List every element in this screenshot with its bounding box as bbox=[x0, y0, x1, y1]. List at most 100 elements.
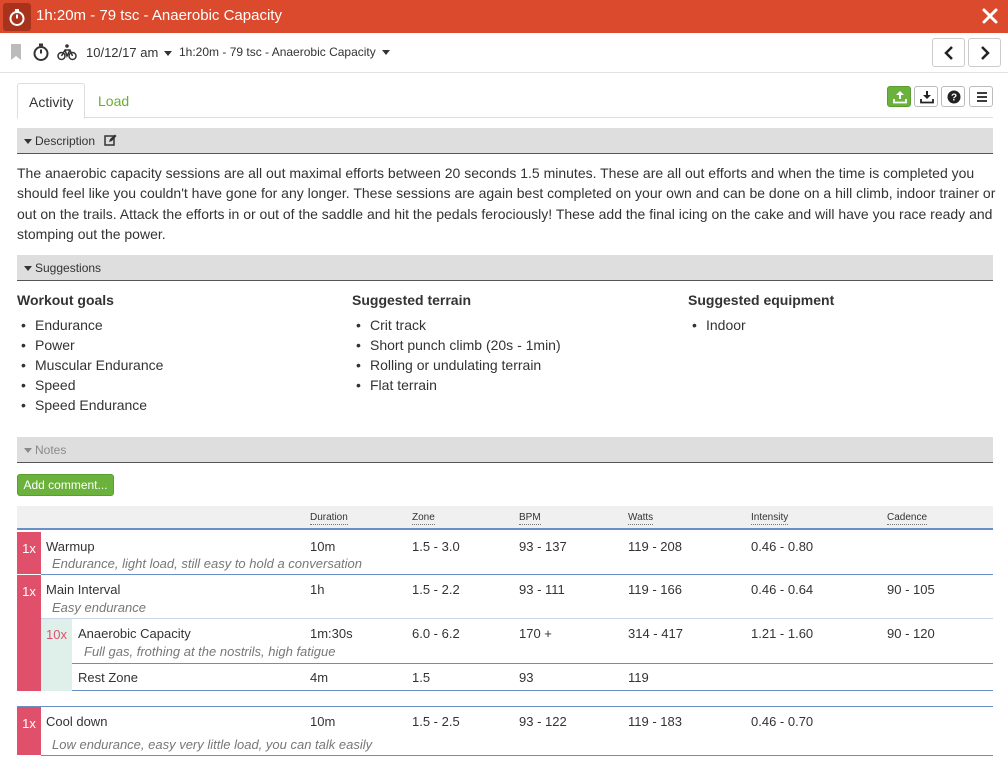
window-title: 1h:20m - 79 tsc - Anaerobic Capacity bbox=[36, 7, 282, 24]
close-icon[interactable] bbox=[980, 6, 1000, 26]
step-duration: 10m bbox=[310, 539, 336, 554]
list-item: Rolling or undulating terrain bbox=[352, 355, 561, 375]
workout-goals-title: Workout goals bbox=[17, 292, 114, 308]
suggested-terrain: Suggested terrain Crit track Short punch… bbox=[352, 292, 561, 395]
upload-icon bbox=[893, 91, 907, 104]
step-description: Easy endurance bbox=[52, 600, 146, 615]
download-button[interactable] bbox=[914, 86, 938, 107]
date-dropdown[interactable]: 10/12/17 am bbox=[86, 45, 173, 60]
step-watts: 314 - 417 bbox=[628, 626, 683, 641]
column-header-bpm: BPM bbox=[519, 512, 541, 525]
step-name: Anaerobic Capacity bbox=[78, 626, 191, 641]
step-zone: 6.0 - 6.2 bbox=[412, 626, 460, 641]
step-cadence: 90 - 105 bbox=[887, 582, 935, 597]
row-divider bbox=[41, 618, 993, 619]
step-watts: 119 bbox=[628, 670, 649, 685]
section-title: Description bbox=[35, 134, 96, 148]
repeat-badge: 1x bbox=[17, 532, 41, 574]
step-description: Full gas, frothing at the nostrils, high… bbox=[84, 644, 336, 659]
step-duration: 1h bbox=[310, 582, 325, 597]
column-header-intensity: Intensity bbox=[751, 512, 789, 525]
step-cadence: 90 - 120 bbox=[887, 626, 935, 641]
step-name: Rest Zone bbox=[78, 670, 138, 685]
column-header-cadence: Cadence bbox=[887, 512, 928, 525]
column-header-duration: Duration bbox=[310, 512, 348, 525]
edit-icon[interactable] bbox=[104, 134, 117, 150]
hamburger-menu-icon bbox=[977, 92, 987, 102]
tab-activity[interactable]: Activity bbox=[17, 83, 86, 119]
list-item: Muscular Endurance bbox=[17, 355, 163, 375]
suggestions-section-header[interactable]: Suggestions bbox=[17, 255, 993, 281]
step-intensity: 0.46 - 0.80 bbox=[751, 539, 814, 554]
upload-button[interactable] bbox=[887, 86, 911, 107]
step-intensity: 0.46 - 0.70 bbox=[751, 714, 814, 729]
suggested-equipment-title: Suggested equipment bbox=[688, 292, 835, 308]
step-description: Endurance, light load, still easy to hol… bbox=[52, 556, 363, 571]
tab-bar: Activity Load bbox=[17, 83, 993, 119]
stopwatch-icon[interactable] bbox=[32, 42, 50, 65]
next-button[interactable] bbox=[968, 38, 1001, 67]
step-zone: 1.5 - 3.0 bbox=[412, 539, 460, 554]
step-bpm: 170 + bbox=[519, 626, 552, 641]
list-item: Crit track bbox=[352, 315, 561, 335]
download-icon bbox=[920, 91, 934, 104]
table-header: Duration Zone BPM Watts Intensity Cadenc… bbox=[17, 506, 993, 530]
step-duration: 4m bbox=[310, 670, 329, 685]
step-zone: 1.5 - 2.5 bbox=[412, 714, 460, 729]
step-intensity: 0.46 - 0.64 bbox=[751, 582, 814, 597]
step-zone: 1.5 bbox=[412, 670, 431, 685]
step-description: Low endurance, easy very little load, yo… bbox=[52, 737, 373, 752]
column-header-zone: Zone bbox=[412, 512, 435, 525]
caret-down-icon bbox=[24, 266, 32, 271]
section-title: Notes bbox=[35, 443, 67, 457]
list-item: Flat terrain bbox=[352, 375, 561, 395]
chevron-down-icon bbox=[164, 51, 173, 57]
bookmark-icon[interactable] bbox=[10, 43, 22, 64]
suggested-equipment: Suggested equipment Indoor bbox=[688, 292, 834, 335]
row-divider bbox=[72, 663, 993, 664]
step-bpm: 93 - 122 bbox=[519, 714, 567, 729]
workout-dropdown[interactable]: 1h:20m - 79 tsc - Anaerobic Capacity bbox=[179, 45, 390, 59]
list-item: Power bbox=[17, 335, 163, 355]
interval-group-bar bbox=[17, 619, 41, 691]
list-item: Indoor bbox=[688, 315, 834, 335]
svg-text:?: ? bbox=[951, 93, 957, 104]
step-zone: 1.5 - 2.2 bbox=[412, 582, 460, 597]
step-name: Main Interval bbox=[46, 582, 121, 597]
step-intensity: 1.21 - 1.60 bbox=[751, 626, 814, 641]
notes-section-header[interactable]: Notes bbox=[17, 437, 993, 463]
workout-name: 1h:20m - 79 tsc - Anaerobic Capacity bbox=[179, 45, 376, 59]
menu-button[interactable] bbox=[969, 86, 993, 107]
suggested-terrain-title: Suggested terrain bbox=[352, 292, 472, 308]
step-watts: 119 - 166 bbox=[628, 582, 682, 597]
tab-load[interactable]: Load bbox=[87, 83, 140, 118]
help-button[interactable]: ? bbox=[941, 86, 965, 107]
step-bpm: 93 bbox=[519, 670, 534, 685]
title-bar: 1h:20m - 79 tsc - Anaerobic Capacity bbox=[0, 0, 1008, 33]
step-bpm: 93 - 137 bbox=[519, 539, 567, 554]
chevron-left-icon bbox=[944, 46, 953, 60]
caret-down-icon bbox=[24, 139, 32, 144]
stopwatch-icon bbox=[3, 3, 31, 31]
chevron-right-icon bbox=[981, 46, 990, 60]
workout-goals: Workout goals Endurance Power Muscular E… bbox=[17, 292, 163, 415]
row-divider bbox=[17, 706, 993, 707]
step-duration: 1m:30s bbox=[310, 626, 353, 641]
previous-button[interactable] bbox=[932, 38, 965, 67]
list-item: Speed bbox=[17, 375, 163, 395]
row-divider bbox=[41, 755, 993, 756]
step-duration: 10m bbox=[310, 714, 336, 729]
add-comment-button[interactable]: Add comment... bbox=[17, 474, 114, 496]
step-bpm: 93 - 111 bbox=[519, 582, 565, 597]
step-name: Cool down bbox=[46, 714, 108, 729]
cyclist-icon[interactable] bbox=[57, 43, 77, 64]
repeat-badge: 1x bbox=[17, 575, 41, 619]
section-title: Suggestions bbox=[35, 261, 102, 275]
step-name: Warmup bbox=[46, 539, 95, 554]
repeat-badge: 1x bbox=[17, 707, 41, 755]
list-item: Speed Endurance bbox=[17, 395, 163, 415]
description-section-header[interactable]: Description bbox=[17, 128, 993, 154]
chevron-down-icon bbox=[381, 50, 390, 56]
caret-down-icon bbox=[24, 448, 32, 453]
step-watts: 119 - 183 bbox=[628, 714, 682, 729]
